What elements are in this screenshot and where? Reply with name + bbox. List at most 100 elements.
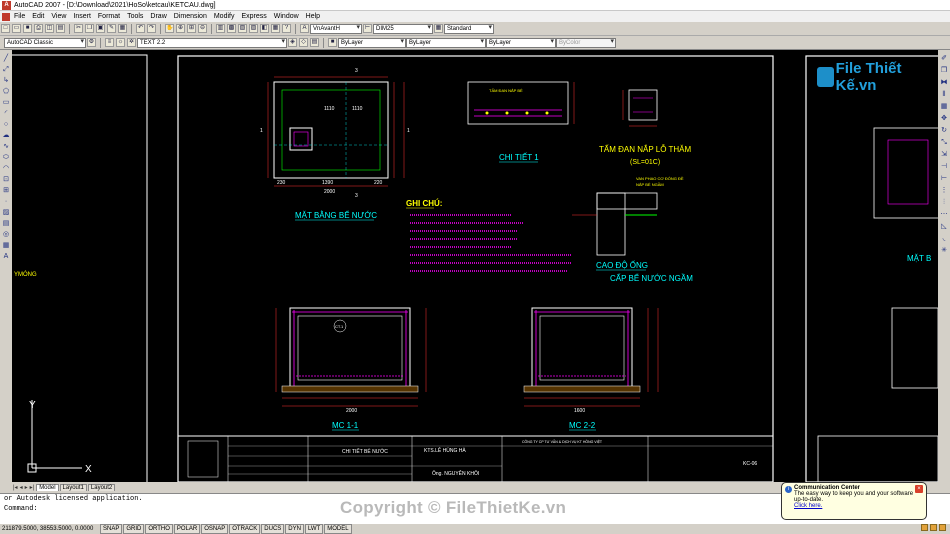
workspace-select[interactable]: AutoCAD Classic — [4, 37, 86, 48]
model-toggle[interactable]: MODEL — [324, 524, 352, 534]
otrack-toggle[interactable]: OTRACK — [229, 524, 261, 534]
arc-icon[interactable]: ◜ — [2, 109, 11, 118]
color-select[interactable]: ByLayer — [338, 37, 406, 48]
menu-view[interactable]: View — [51, 13, 66, 20]
menu-insert[interactable]: Insert — [73, 13, 91, 20]
menu-dimension[interactable]: Dimension — [174, 13, 207, 20]
tab-last-icon[interactable]: ▸| — [30, 484, 35, 491]
stretch-icon[interactable]: ⇲ — [940, 150, 949, 159]
trim-icon[interactable]: ⊣ — [940, 162, 949, 171]
menu-help[interactable]: Help — [306, 13, 320, 20]
break-at-point-icon[interactable]: ⋮ — [940, 186, 949, 195]
balloon-link[interactable]: Click here. — [786, 503, 922, 509]
table-style-select[interactable]: Standard — [444, 23, 494, 34]
snap-toggle[interactable]: SNAP — [100, 524, 123, 534]
linetype-select[interactable]: ByLayer — [406, 37, 486, 48]
table-style-icon[interactable]: ▦ — [434, 24, 443, 33]
ortho-toggle[interactable]: ORTHO — [145, 524, 173, 534]
clean-screen-icon[interactable] — [939, 524, 946, 531]
close-icon[interactable]: × — [915, 485, 923, 493]
rotate-icon[interactable]: ↻ — [940, 126, 949, 135]
chamfer-icon[interactable]: ◺ — [940, 222, 949, 231]
save-icon[interactable]: ■ — [23, 24, 32, 33]
workspace-settings-icon[interactable]: ⚙ — [87, 38, 96, 47]
help-icon[interactable]: ? — [282, 24, 291, 33]
revision-cloud-icon[interactable]: ☁ — [2, 131, 11, 140]
tab-prev-icon[interactable]: ◂ — [20, 484, 23, 491]
line-icon[interactable]: ╱ — [2, 54, 11, 63]
copy-object-icon[interactable]: ❐ — [940, 66, 949, 75]
make-block-icon[interactable]: ⊞ — [2, 186, 11, 195]
layer-manager-icon[interactable]: ≡ — [105, 38, 114, 47]
redo-icon[interactable]: ↷ — [147, 24, 156, 33]
extend-icon[interactable]: ⊢ — [940, 174, 949, 183]
layer-freeze-icon[interactable]: ✲ — [127, 38, 136, 47]
offset-icon[interactable]: ⫴ — [940, 90, 949, 99]
tab-model[interactable]: Model — [36, 484, 59, 491]
hatch-icon[interactable]: ▨ — [2, 208, 11, 217]
point-icon[interactable]: · — [2, 197, 11, 206]
multiline-text-icon[interactable]: A — [2, 252, 11, 261]
dim-style-select[interactable]: DIM25 — [373, 23, 433, 34]
construction-line-icon[interactable]: ⤢ — [2, 65, 11, 74]
layer-states-icon[interactable]: ▤ — [310, 38, 319, 47]
make-current-layer-icon[interactable]: ◈ — [288, 38, 297, 47]
tab-next-icon[interactable]: ▸ — [25, 484, 28, 491]
quickcalc-icon[interactable]: ▦ — [271, 24, 280, 33]
block-editor-icon[interactable]: ▦ — [118, 24, 127, 33]
fillet-icon[interactable]: ◟ — [940, 234, 949, 243]
zoom-previous-icon[interactable]: ⊖ — [198, 24, 207, 33]
autocad-app-icon[interactable]: A — [2, 0, 11, 10]
undo-icon[interactable]: ↶ — [136, 24, 145, 33]
dim-style-icon[interactable]: ⊢ — [363, 24, 372, 33]
grid-toggle[interactable]: GRID — [123, 524, 145, 534]
sheet-set-icon[interactable]: ▨ — [249, 24, 258, 33]
polyline-icon[interactable]: ↳ — [2, 76, 11, 85]
join-icon[interactable]: ⋯ — [940, 210, 949, 219]
layer-select[interactable]: TEXT 2.2 — [137, 37, 287, 48]
menu-format[interactable]: Format — [98, 13, 120, 20]
markup-icon[interactable]: ◧ — [260, 24, 269, 33]
lwt-toggle[interactable]: LWT — [304, 524, 324, 534]
communication-center-icon[interactable] — [921, 524, 928, 531]
spline-icon[interactable]: ∿ — [2, 142, 11, 151]
color-swatch-icon[interactable]: ■ — [328, 38, 337, 47]
copy-icon[interactable]: ❐ — [85, 24, 94, 33]
osnap-toggle[interactable]: OSNAP — [201, 524, 229, 534]
region-icon[interactable]: ◎ — [2, 230, 11, 239]
properties-icon[interactable]: ▥ — [216, 24, 225, 33]
rectangle-icon[interactable]: ▭ — [2, 98, 11, 107]
menu-modify[interactable]: Modify — [214, 13, 235, 20]
layer-previous-icon[interactable]: ◇ — [299, 38, 308, 47]
mirror-icon[interactable]: ⧓ — [940, 78, 949, 87]
gradient-icon[interactable]: ▤ — [2, 219, 11, 228]
erase-icon[interactable]: ✐ — [940, 54, 949, 63]
paste-icon[interactable]: ▣ — [96, 24, 105, 33]
tab-layout2[interactable]: Layout2 — [87, 484, 116, 491]
zoom-window-icon[interactable]: ⊞ — [187, 24, 196, 33]
design-center-icon[interactable]: ▩ — [227, 24, 236, 33]
pan-icon[interactable]: ✋ — [165, 24, 174, 33]
publish-icon[interactable]: ▤ — [56, 24, 65, 33]
match-properties-icon[interactable]: ✎ — [107, 24, 116, 33]
table-icon[interactable]: ▦ — [2, 241, 11, 250]
text-style-icon[interactable]: A — [300, 24, 309, 33]
scale-icon[interactable]: ⤡ — [940, 138, 949, 147]
lineweight-select[interactable]: ByLayer — [486, 37, 556, 48]
tab-first-icon[interactable]: |◂ — [13, 484, 18, 491]
plot-icon[interactable]: ⎙ — [34, 24, 43, 33]
circle-icon[interactable]: ○ — [2, 120, 11, 129]
move-icon[interactable]: ✥ — [940, 114, 949, 123]
menu-express[interactable]: Express — [241, 13, 266, 20]
cut-icon[interactable]: ✂ — [74, 24, 83, 33]
dyn-toggle[interactable]: DYN — [285, 524, 304, 534]
polygon-icon[interactable]: ⬠ — [2, 87, 11, 96]
plot-preview-icon[interactable]: ◫ — [45, 24, 54, 33]
menu-window[interactable]: Window — [274, 13, 299, 20]
menu-file[interactable]: File — [14, 13, 25, 20]
text-style-select[interactable]: VnAvantH — [310, 23, 362, 34]
document-menu-icon[interactable] — [2, 12, 10, 21]
layer-on-icon[interactable]: ☼ — [116, 38, 125, 47]
open-file-icon[interactable]: ▭ — [12, 24, 21, 33]
polar-toggle[interactable]: POLAR — [173, 524, 201, 534]
